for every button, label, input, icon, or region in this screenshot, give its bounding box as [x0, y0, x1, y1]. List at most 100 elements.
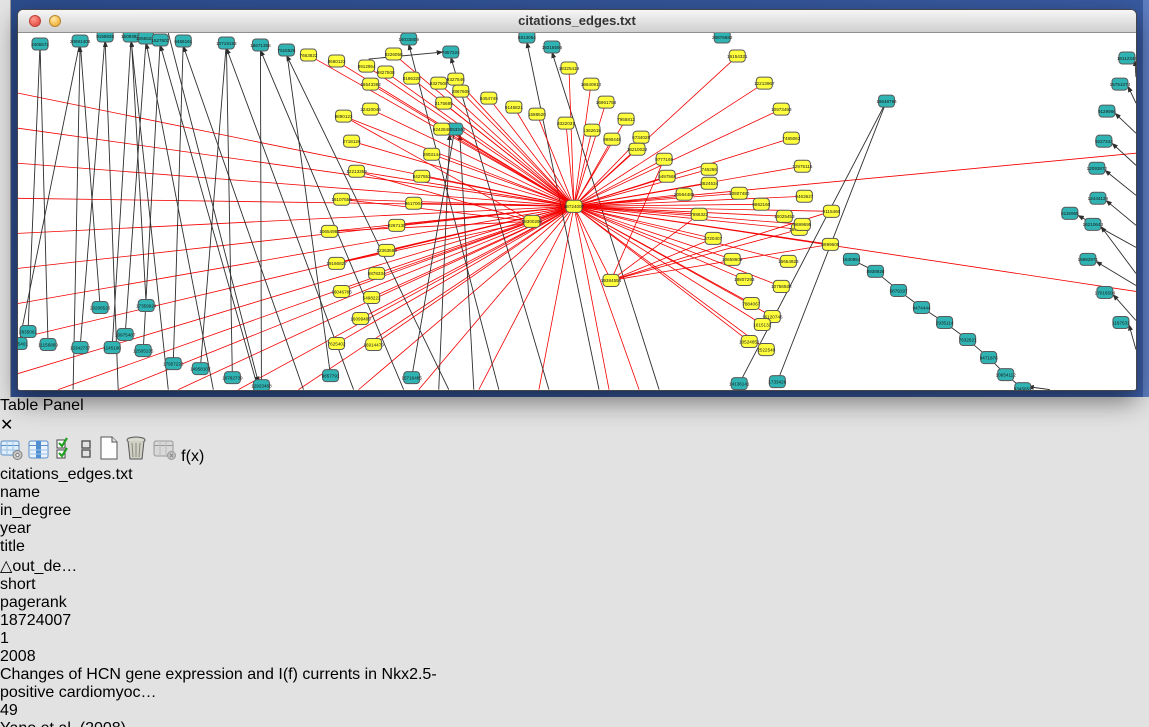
citation-edge-red[interactable] [611, 214, 699, 280]
graph-node[interactable]: 19384554 [601, 274, 622, 286]
table-gear-icon[interactable] [0, 448, 28, 465]
graph-node[interactable]: 8912954 [358, 60, 376, 72]
graph-node[interactable]: 17016504 [1095, 286, 1116, 298]
graph-node[interactable]: 1362615 [583, 124, 601, 136]
graph-node[interactable]: 746266 [701, 163, 717, 175]
graph-node[interactable]: 19218596 [542, 41, 563, 53]
citation-edge-red[interactable] [574, 206, 609, 389]
graph-node[interactable]: 3915401 [18, 338, 28, 350]
graph-node[interactable]: 9777169 [655, 153, 673, 165]
graph-node[interactable]: 9345652 [1014, 383, 1032, 390]
citation-edge-black[interactable] [369, 52, 443, 59]
network-window-titlebar[interactable]: citations_edges.txt [18, 10, 1136, 33]
citation-edge-black[interactable] [80, 41, 100, 307]
graph-node[interactable]: 8267130 [388, 219, 406, 231]
graph-node[interactable]: 3175685 [435, 97, 453, 109]
citation-edge-red[interactable] [18, 206, 574, 233]
graph-node[interactable]: 9227343 [1095, 135, 1113, 147]
graph-node[interactable]: 9463627 [795, 190, 813, 202]
close-panel-icon[interactable]: ✕ [0, 417, 13, 434]
graph-node[interactable]: 8226058 [385, 48, 403, 60]
graph-node[interactable]: 10975487 [115, 329, 136, 341]
graph-node[interactable]: 9146821 [505, 101, 523, 113]
citation-edge-black[interactable] [1112, 143, 1136, 165]
graph-node[interactable]: 2835061 [19, 326, 37, 338]
citation-edge-black[interactable] [1128, 86, 1136, 103]
graph-node[interactable]: 18325419 [559, 62, 580, 74]
graph-node[interactable]: 10807480 [729, 187, 750, 199]
graph-node[interactable]: 14136141 [729, 378, 750, 390]
graph-node[interactable]: 5878334 [368, 267, 386, 279]
graph-node[interactable]: 6899605 [821, 238, 839, 250]
citation-edge-red[interactable] [359, 206, 574, 389]
graph-node[interactable]: 9827508 [377, 66, 395, 78]
new-file-icon[interactable] [98, 448, 124, 465]
graph-node[interactable]: 7632621 [959, 334, 977, 346]
graph-node[interactable]: 3624534 [700, 177, 718, 189]
citation-edge-black[interactable] [146, 43, 213, 390]
graph-node[interactable]: 2867608 [452, 85, 470, 97]
graph-node[interactable]: 2405572 [31, 38, 49, 50]
graph-node[interactable]: 22420046 [360, 103, 381, 115]
citation-edge-red[interactable] [456, 79, 574, 206]
column-header-year[interactable]: year [0, 520, 75, 538]
graph-node[interactable]: 1733426 [768, 376, 786, 388]
graph-node[interactable]: 9155926 [96, 33, 114, 42]
graph-node[interactable]: 10654982 [319, 225, 340, 237]
graph-node[interactable]: 9890123 [335, 110, 353, 122]
graph-node[interactable]: 7625402 [328, 338, 346, 350]
citation-edge-black[interactable] [131, 36, 146, 305]
graph-node[interactable]: 16914479 [363, 339, 384, 351]
column-header-name[interactable]: name [0, 484, 95, 502]
graph-node[interactable]: 20206526 [90, 301, 111, 313]
graph-node[interactable]: 17359924 [136, 299, 157, 311]
citation-edge-black[interactable] [1106, 200, 1136, 225]
graph-node[interactable]: 1640954 [843, 253, 861, 265]
graph-node[interactable]: 9327546 [447, 73, 465, 85]
graph-node[interactable]: 7955812 [617, 113, 635, 125]
graph-node[interactable]: 8454749 [480, 92, 498, 104]
rows-icon[interactable] [79, 448, 97, 465]
graph-node[interactable]: 12975115 [792, 160, 813, 172]
graph-node[interactable]: 10025453 [774, 210, 795, 222]
checkmark-list-icon[interactable] [55, 448, 79, 465]
graph-node[interactable]: 11156869 [38, 339, 58, 351]
graph-node[interactable]: 15716485 [401, 372, 422, 384]
graph-node[interactable]: 9129966 [1098, 105, 1116, 117]
graph-node[interactable]: 8938928 [867, 265, 885, 277]
graph-node[interactable]: 16033809 [398, 33, 419, 45]
column-header-title[interactable]: title [0, 538, 490, 556]
graph-node[interactable]: 9327508 [430, 77, 448, 89]
graph-node[interactable]: 7485063 [782, 132, 800, 144]
citation-edge-black[interactable] [739, 101, 886, 383]
citation-edge-black[interactable] [286, 50, 330, 376]
graph-node[interactable]: 18112345 [1117, 52, 1136, 64]
citation-edge-black[interactable] [1105, 170, 1136, 195]
graph-node[interactable]: 6497568 [658, 170, 676, 182]
graph-node[interactable]: 8322037 [557, 117, 575, 129]
graph-node[interactable]: 12213967 [754, 77, 775, 89]
graph-node[interactable]: 4720407 [704, 232, 722, 244]
graph-node[interactable]: 6879197 [890, 284, 908, 296]
citation-edge-black[interactable] [1129, 325, 1136, 350]
citation-edge-red[interactable] [574, 102, 606, 206]
trash-icon[interactable] [124, 448, 152, 465]
citation-edge-red[interactable] [238, 206, 574, 389]
graph-node[interactable]: 9474444 [913, 301, 931, 313]
graph-node[interactable]: 8115955 [1061, 207, 1079, 219]
graph-node[interactable]: 9115460 [823, 205, 841, 217]
citation-edge-black[interactable] [1101, 226, 1136, 273]
graph-node[interactable]: 16046786 [331, 285, 352, 297]
graph-node[interactable]: 9242848 [433, 123, 451, 135]
graph-node[interactable]: 7884067 [742, 297, 760, 309]
function-icon[interactable]: f(x) [181, 448, 204, 465]
graph-node[interactable]: 8660123 [328, 55, 346, 67]
table-selector[interactable]: citations_edges.txt [0, 466, 1149, 484]
graph-node[interactable]: 7857224 [442, 46, 460, 58]
citation-edge-red[interactable] [342, 199, 532, 221]
citation-edge-red[interactable] [574, 206, 611, 280]
graph-node[interactable]: 18300295 [522, 215, 543, 227]
citation-edge-black[interactable] [200, 43, 226, 369]
column-header-short[interactable]: short [0, 576, 145, 594]
graph-node[interactable]: 9699695 [793, 218, 811, 230]
